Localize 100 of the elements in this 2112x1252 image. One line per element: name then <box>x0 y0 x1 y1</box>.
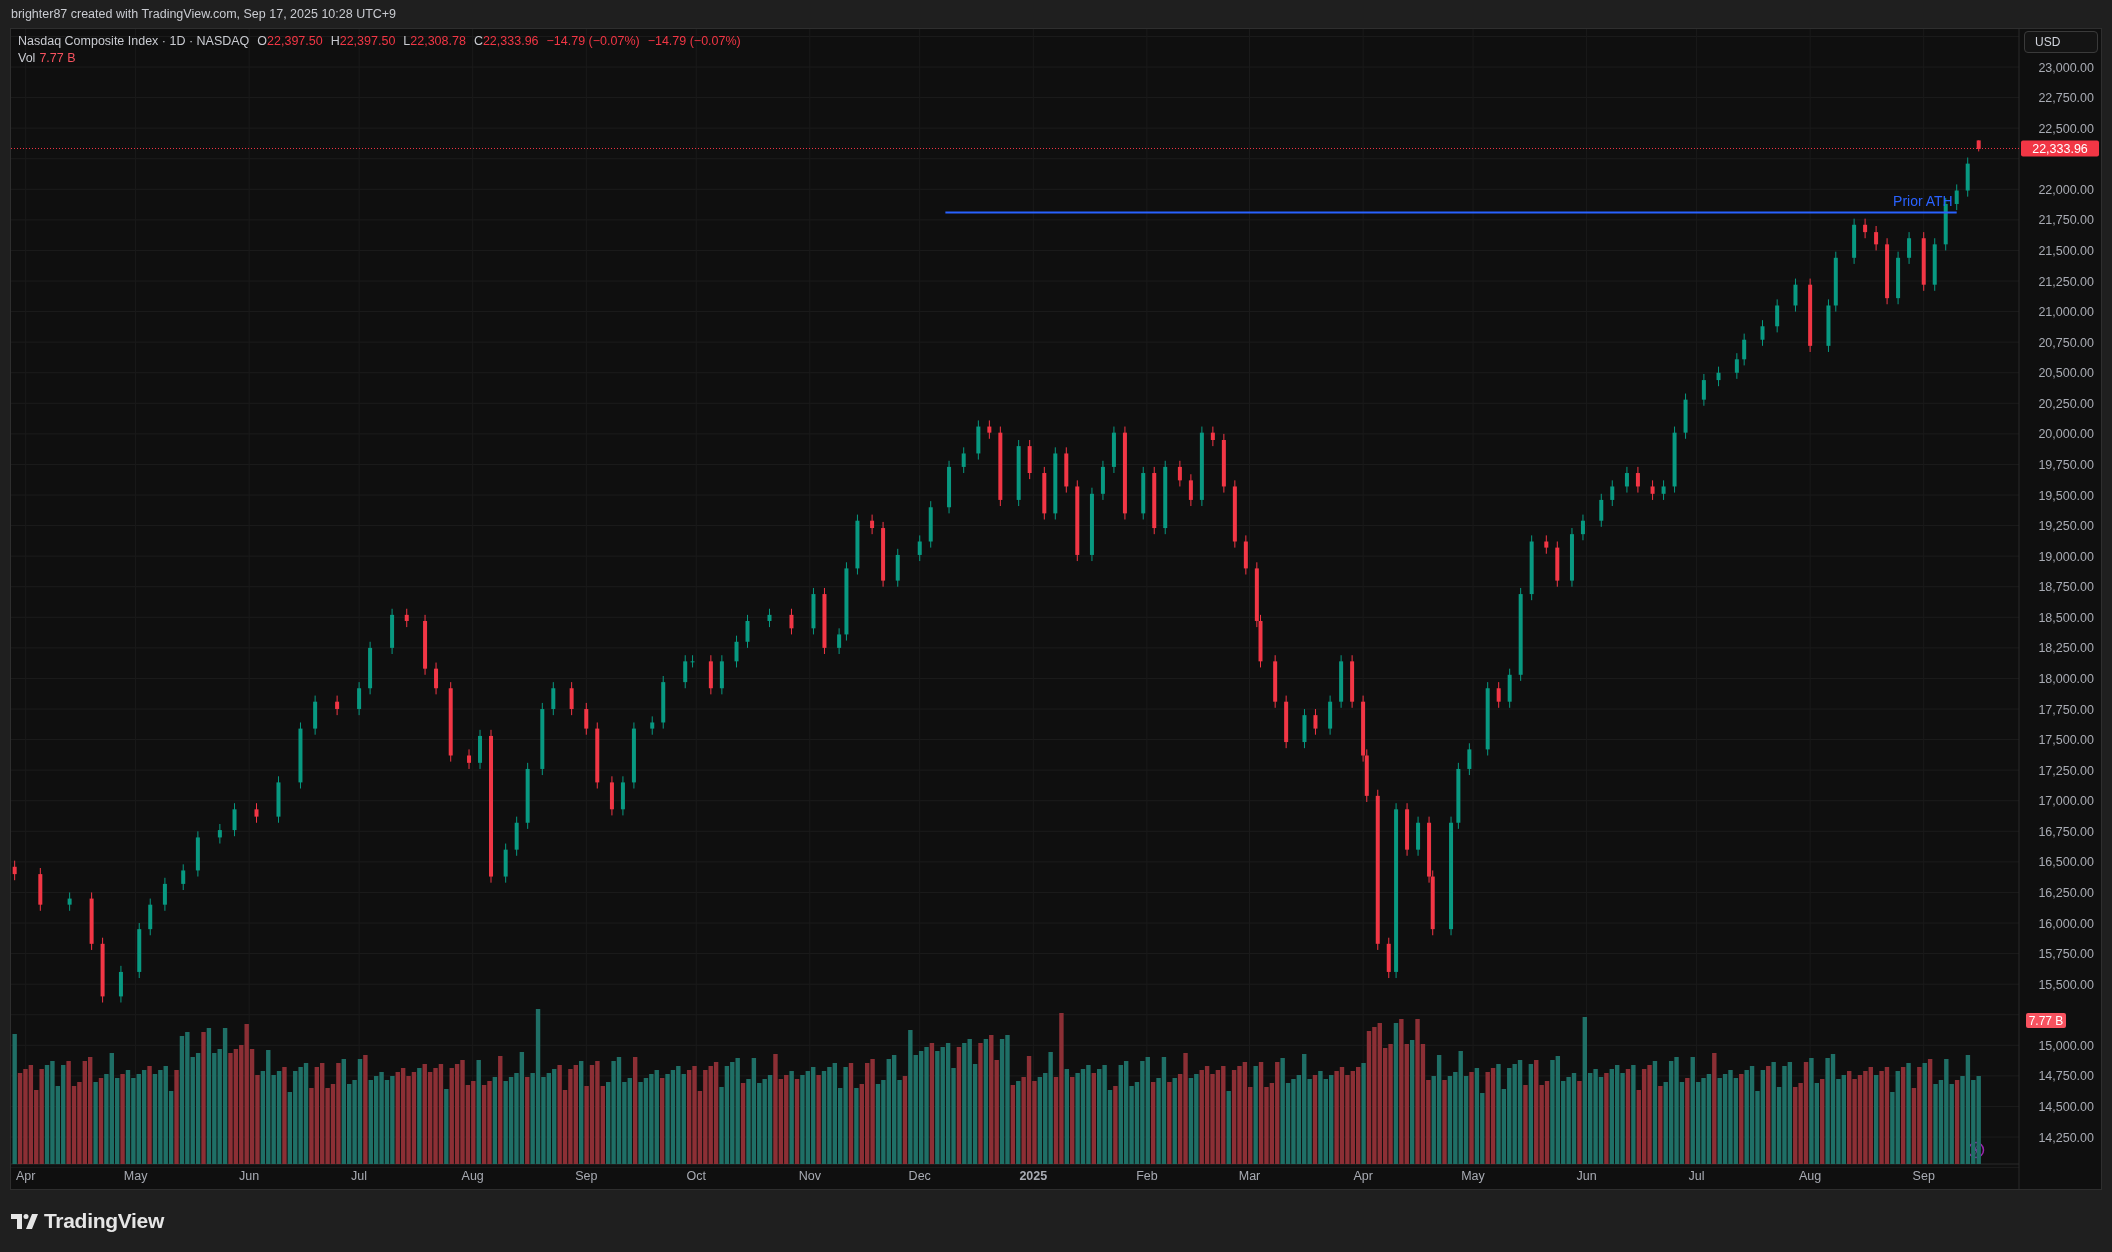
credit-text: brighter87 created with TradingView.com, Sep 17, 2025 10:28 UTC+9 <box>11 7 397 21</box>
price-axis-label: 22,000.00 <box>2038 182 2094 197</box>
candlestick <box>1416 816 1421 857</box>
candlestick <box>467 748 472 770</box>
price-axis-label: 23,000.00 <box>2038 60 2094 75</box>
candlestick <box>1141 466 1146 520</box>
currency-button[interactable]: USD <box>2024 31 2098 53</box>
candlestick <box>1701 373 1706 407</box>
candlestick <box>1896 251 1901 305</box>
price-axis-label: 21,000.00 <box>2038 305 2094 320</box>
price-axis-label: 20,500.00 <box>2038 366 2094 381</box>
candlestick <box>837 627 842 655</box>
candlestick <box>1775 298 1780 333</box>
candlestick <box>551 681 556 716</box>
price-axis-label: 18,500.00 <box>2038 610 2094 625</box>
candlestick <box>368 641 373 695</box>
candlestick <box>434 662 439 695</box>
candlestick <box>1243 534 1248 575</box>
candlestick <box>855 514 860 575</box>
time-axis-label: Nov <box>798 1169 821 1183</box>
candlestick <box>1921 231 1926 292</box>
ohlc-value: 22,397.50 <box>339 34 396 48</box>
ohlc-label: O <box>257 34 268 48</box>
candlestick <box>503 843 508 884</box>
price-axis-label: 16,000.00 <box>2038 916 2094 931</box>
time-axis-label: Sep <box>1912 1169 1935 1183</box>
price-axis-label: 14,500.00 <box>2038 1099 2094 1114</box>
candlestick <box>1456 762 1461 830</box>
ohlc-label: H <box>330 34 340 48</box>
price-axis-label: 19,500.00 <box>2038 488 2094 503</box>
candlestick <box>1852 218 1857 265</box>
candlestick <box>217 823 222 845</box>
candlestick <box>609 775 614 816</box>
candlestick <box>1273 654 1278 709</box>
price-axis-label: 18,750.00 <box>2038 580 2094 595</box>
candlestick <box>100 937 105 1003</box>
candlestick <box>1683 393 1688 440</box>
candlestick <box>162 877 167 912</box>
candlestick <box>650 715 655 736</box>
candlestick <box>987 419 992 440</box>
candlestick <box>423 614 428 676</box>
candlestick <box>1529 534 1534 601</box>
candlestick <box>1152 466 1157 535</box>
price-axis-label: 17,500.00 <box>2038 733 2094 748</box>
candlestick <box>1467 742 1472 776</box>
price-axis-label: 17,250.00 <box>2038 763 2094 778</box>
candlestick <box>1734 352 1739 380</box>
time-axis-label: Oct <box>686 1169 706 1183</box>
price-axis-label: 21,500.00 <box>2038 243 2094 258</box>
candlestick <box>947 460 952 514</box>
candlestick <box>1284 695 1289 749</box>
candlestick <box>1016 439 1021 507</box>
price-axis-label: 16,250.00 <box>2038 885 2094 900</box>
candlestick <box>478 729 482 770</box>
candlestick <box>404 608 409 628</box>
price-axis-label: 19,000.00 <box>2038 549 2094 564</box>
candlestick <box>584 702 589 736</box>
brand-name: TradingView <box>44 1209 164 1233</box>
symbol-title: Nasdaq Composite Index · 1D · NASDAQ <box>18 34 250 48</box>
candlestick <box>1027 439 1032 480</box>
candlestick <box>789 608 794 635</box>
candlestick <box>719 654 724 695</box>
candlestick <box>1954 183 1959 211</box>
candlestick <box>195 830 200 878</box>
candlestick <box>1976 139 1981 152</box>
candlestick <box>1544 534 1549 555</box>
price-tag: 22,333.96 <box>2021 140 2099 157</box>
volume-label: Vol <box>18 51 36 65</box>
candlestick <box>1177 460 1182 487</box>
candlestick <box>1221 433 1226 494</box>
prior-ath-line[interactable] <box>944 211 1958 214</box>
candlestick <box>1210 426 1215 447</box>
price-axis-label: 15,750.00 <box>2038 947 2094 962</box>
candlestick <box>683 654 688 689</box>
candlestick <box>525 762 530 830</box>
candlestick <box>1672 426 1677 494</box>
candlestick <box>1313 708 1318 736</box>
price-axis-label: 17,750.00 <box>2038 702 2094 717</box>
candlestick <box>1064 446 1069 494</box>
price-axis-label: 18,000.00 <box>2038 671 2094 686</box>
candlestick <box>181 863 186 891</box>
candlestick <box>1507 668 1512 709</box>
candlestick <box>881 521 886 588</box>
candlestick <box>1188 473 1193 507</box>
price-axis-label: 21,250.00 <box>2038 274 2094 289</box>
candlestick <box>961 446 966 474</box>
price-axis-label: 14,750.00 <box>2038 1069 2094 1084</box>
ref-line-label: 22,333.96 <box>2032 141 2088 156</box>
price-axis-label: 14,250.00 <box>2038 1130 2094 1145</box>
candlestick <box>1624 466 1629 494</box>
candlestick <box>357 681 362 716</box>
ohlc-value: 22,397.50 <box>267 34 323 48</box>
candlestick <box>917 534 922 562</box>
price-axis-label: 17,000.00 <box>2038 794 2094 809</box>
candlestick <box>1339 654 1344 709</box>
candlestick <box>12 860 17 881</box>
candlestick <box>1885 237 1890 305</box>
candlestick <box>335 695 340 716</box>
candlestick <box>254 802 259 824</box>
candlestick <box>1328 695 1333 736</box>
